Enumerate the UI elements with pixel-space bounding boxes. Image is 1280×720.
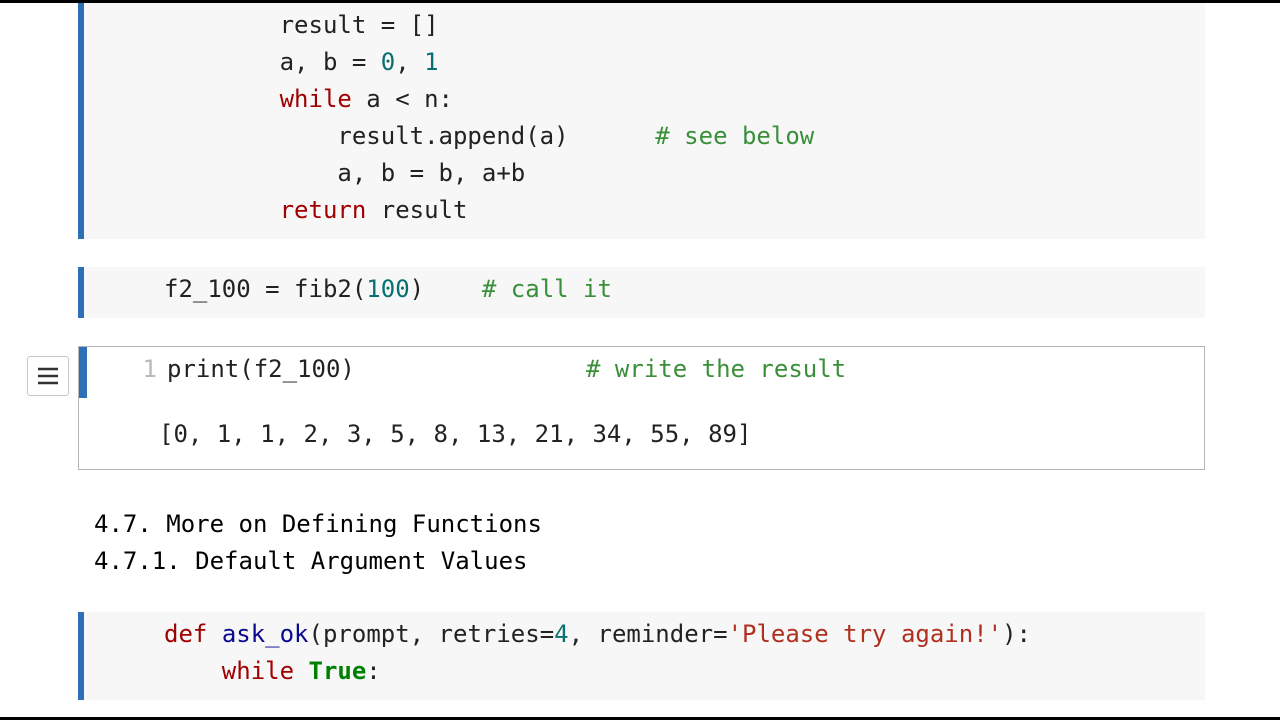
line-number-gutter [84,267,164,318]
heading-4-7-1: 4.7.1. Default Argument Values [94,543,1189,580]
notebook-area: result = [] a, b = 0, 1 while a < n: res… [0,3,1280,717]
line-number-gutter: 1 [87,347,167,398]
output-cell: [0, 1, 1, 2, 3, 5, 8, 13, 21, 34, 55, 89… [79,398,1204,469]
code-body[interactable]: result = [] a, b = 0, 1 while a < n: res… [164,3,1205,239]
code-body[interactable]: f2_100 = fib2(100) # call it [164,267,1205,318]
code-cell-fib2-body[interactable]: result = [] a, b = 0, 1 while a < n: res… [78,3,1205,239]
sidebar-toggle-button[interactable] [27,356,69,396]
hamburger-icon [36,366,60,386]
code-body[interactable]: def ask_ok(prompt, retries=4, reminder='… [164,612,1205,700]
code-cell-call[interactable]: f2_100 = fib2(100) # call it [78,267,1205,318]
selected-cell-wrap: 1 print(f2_100) # write the result [0, 1… [78,346,1205,470]
line-number-gutter [84,612,164,700]
code-cell-askok[interactable]: def ask_ok(prompt, retries=4, reminder='… [78,612,1205,700]
line-number: 1 [87,351,157,388]
markdown-cell[interactable]: 4.7. More on Defining Functions 4.7.1. D… [78,498,1205,584]
output-gutter [79,398,159,469]
code-cell-print[interactable]: 1 print(f2_100) # write the result [79,347,1204,398]
code-body[interactable]: print(f2_100) # write the result [167,347,1204,398]
heading-4-7: 4.7. More on Defining Functions [94,506,1189,543]
line-number-gutter [84,3,164,239]
output-text: [0, 1, 1, 2, 3, 5, 8, 13, 21, 34, 55, 89… [159,398,1204,469]
